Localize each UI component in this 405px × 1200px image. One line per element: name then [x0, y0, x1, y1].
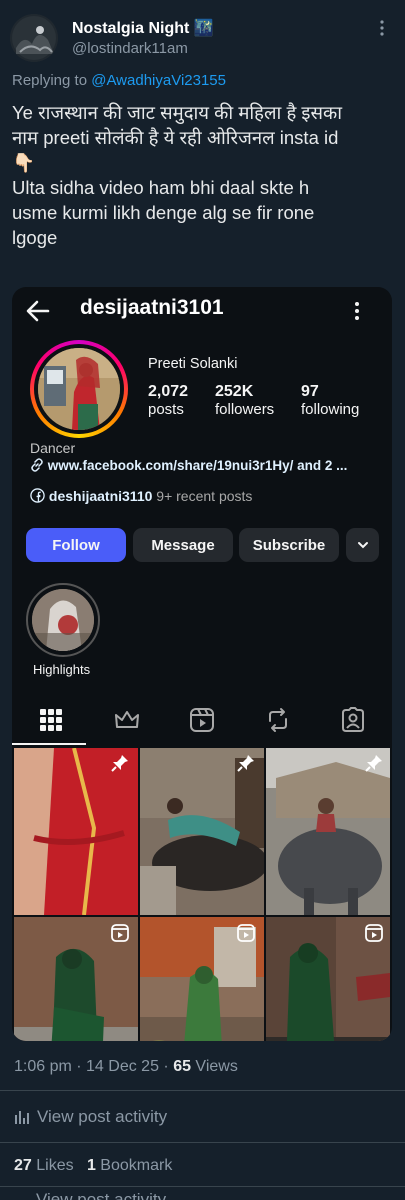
author-display-name[interactable]: Nostalgia Night	[72, 20, 189, 37]
author-avatar[interactable]	[10, 14, 58, 62]
reel-badge-icon	[110, 923, 130, 943]
tweet-text: Ye राजस्थान की जाट समुदाय की महिला है इस…	[12, 100, 394, 250]
stat-followers-value: 252K	[215, 383, 254, 400]
tweet-text-line: Ulta sidha video ham bhi daal skte h	[12, 177, 310, 198]
message-button: Message	[133, 528, 233, 562]
stat-posts: 2,072 posts	[148, 383, 188, 418]
chevron-down-icon	[357, 542, 368, 549]
partially-visible-text: View post activity	[36, 1190, 167, 1200]
stat-posts-label: posts	[148, 401, 184, 418]
stat-following-value: 97	[301, 383, 319, 400]
stat-following-label: following	[301, 401, 360, 418]
follow-button: Follow	[26, 528, 126, 562]
author-name-emoji: 🌃	[193, 20, 214, 37]
fb-handle: deshijaatni3110	[48, 488, 153, 504]
pointing-down-emoji: 👇🏻	[12, 152, 36, 173]
divider	[0, 1186, 405, 1187]
views-label: Views	[190, 1058, 238, 1075]
repost-icon	[264, 707, 294, 733]
grid-icon	[38, 707, 68, 733]
tweet-text-line: usme kurmi likh denge alg se fir rone	[12, 202, 315, 223]
post-thumbnail	[14, 748, 138, 915]
ig-more-icon	[350, 299, 364, 323]
facebook-icon	[30, 488, 49, 504]
stat-following: 97 following	[301, 383, 359, 418]
link-icon	[30, 458, 48, 473]
reel-badge-icon	[364, 923, 384, 943]
more-options-icon[interactable]	[372, 18, 392, 38]
likes-count[interactable]: 27	[14, 1157, 32, 1174]
analytics-icon	[15, 1111, 29, 1124]
subscribe-button: Subscribe	[239, 528, 339, 562]
post-thumbnail	[140, 748, 264, 915]
view-post-activity-link[interactable]: View post activity	[14, 1107, 167, 1127]
post-timestamp[interactable]: 1:06 pm · 14 Dec 25 · 65 Views	[14, 1058, 238, 1076]
tweet-text-line: नाम preeti सोलंकी है ये रही ओरिजनल insta…	[12, 127, 339, 148]
replying-to-link[interactable]: @AwadhiyaVi23155	[91, 72, 226, 89]
reels-icon	[188, 707, 218, 733]
highlight-label: Highlights	[33, 662, 91, 677]
post-thumbnail	[266, 748, 390, 915]
bookmarks-count[interactable]: 1	[87, 1157, 96, 1174]
stat-followers: 252K followers	[215, 383, 274, 418]
replying-to: Replying to @AwadhiyaVi23155	[12, 72, 226, 89]
reel-badge-icon	[236, 923, 256, 943]
author-handle[interactable]: @lostindark11am	[72, 40, 188, 57]
pin-icon	[236, 753, 256, 773]
views-count: 65	[173, 1058, 191, 1075]
divider	[0, 1090, 405, 1091]
likes-label[interactable]: Likes	[32, 1157, 73, 1174]
timestamp-text[interactable]: 1:06 pm · 14 Dec 25 ·	[14, 1058, 173, 1075]
back-arrow-icon	[24, 297, 52, 325]
ig-username: desijaatni3101	[80, 296, 224, 319]
stat-posts-value: 2,072	[148, 383, 189, 400]
stat-followers-label: followers	[215, 401, 275, 418]
tweet-text-line: lgoge	[12, 227, 58, 248]
view-post-activity-label[interactable]: View post activity	[37, 1107, 167, 1127]
attached-image[interactable]: desijaatni3101 Preeti Solanki 2,072 post…	[12, 287, 392, 1041]
bookmarks-label[interactable]: Bookmark	[96, 1157, 172, 1174]
ig-facebook: deshijaatni3110 9+ recent posts	[30, 488, 252, 504]
tagged-icon	[339, 707, 369, 733]
divider	[0, 1142, 405, 1143]
engagement-counts: 27 Likes 1 Bookmark	[14, 1157, 172, 1175]
highlight-thumbnail	[32, 589, 94, 651]
suggested-dropdown	[346, 528, 379, 562]
ig-category: Dancer	[30, 440, 76, 456]
replying-prefix: Replying to	[12, 72, 92, 89]
crown-icon	[113, 707, 143, 733]
pin-icon	[110, 753, 130, 773]
author-name[interactable]: Nostalgia Night 🌃	[72, 18, 214, 38]
active-tab-indicator	[12, 743, 86, 745]
ig-full-name: Preeti Solanki	[148, 356, 238, 372]
tweet-text-line: Ye राजस्थान की जाट समुदाय की महिला है इस…	[12, 102, 343, 123]
fb-recent: 9+ recent posts	[156, 488, 253, 504]
ig-profile-photo	[38, 348, 120, 430]
ig-link: www.facebook.com/share/19nui3r1Hy/ and 2…	[30, 458, 347, 473]
ig-link-text: www.facebook.com/share/19nui3r1Hy/ and 2…	[47, 458, 348, 473]
pin-icon	[364, 753, 384, 773]
